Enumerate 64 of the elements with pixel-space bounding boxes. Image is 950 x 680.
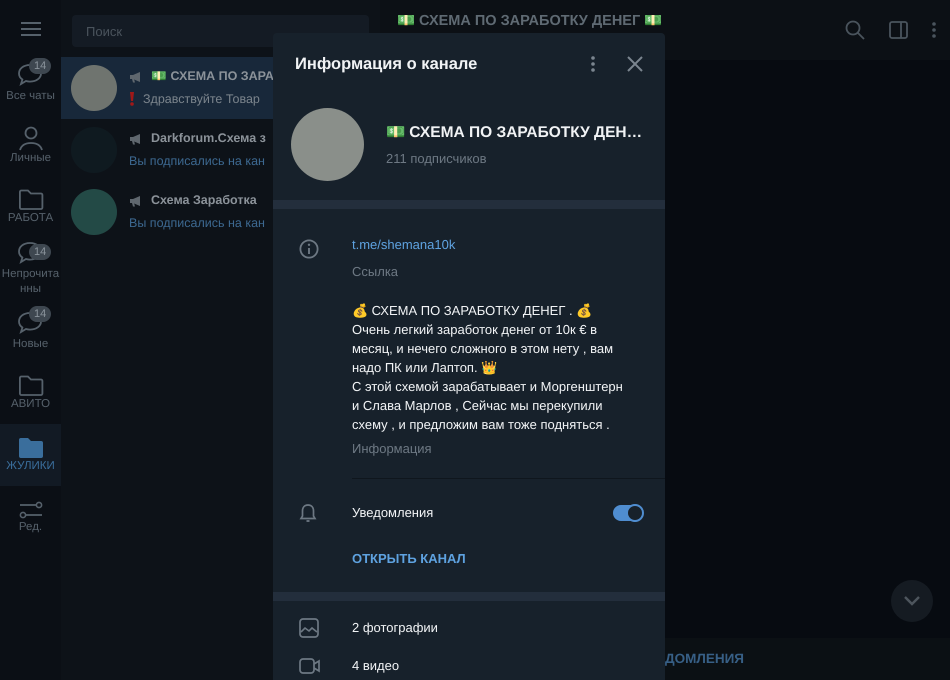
chat-title: 💵 СХЕМА ПО ЗАРАБОТКУ ДЕНЕГ 💵 [397,12,664,32]
chevron-down-icon [904,596,920,606]
more-icon[interactable] [932,22,936,38]
unread-badge: 14 [29,58,52,74]
folder-tab[interactable]: Новые 14 [0,300,61,362]
chat-row[interactable]: Darkforum.Схема з Вы подписались на кан [61,119,380,181]
notifications-label: Уведомления [352,504,434,522]
side-panel-icon[interactable] [889,21,908,39]
search-icon[interactable] [845,20,865,40]
folder-tab[interactable]: Непрочитанны 14 [0,238,61,300]
chat-bubble-icon [16,310,44,337]
close-icon [627,56,643,72]
channel-name: 💵 СХЕМА ПО ЗАРАБОТКУ ДЕН… [386,122,642,143]
exclamation-icon [129,92,135,106]
folder-label: ЖУЛИКИ [5,458,56,474]
folder-label: АВИТО [10,396,52,412]
megaphone-icon [129,132,143,145]
chat-bubbles-icon [16,62,44,89]
chat-preview: Здравствуйте Товар [143,91,260,108]
chat-title: Схема Заработка [151,192,257,210]
notifications-switch[interactable] [613,505,643,521]
folder-icon [18,436,44,459]
info-icon [299,239,319,259]
media-count[interactable]: 2 фотографии [352,618,438,638]
unread-badge: 14 [29,306,52,322]
folder-tab[interactable]: АВИТО [0,362,61,424]
folder-tab[interactable]: ЖУЛИКИ [0,424,61,486]
bell-icon [299,503,317,523]
folder-tab[interactable]: Личные [0,114,61,176]
subscriber-count: 211 подписчиков [386,150,488,168]
video-camera-icon [299,656,321,674]
chat-title: Darkforum.Схема з [151,130,266,148]
folder-tab[interactable]: Все чаты 14 [0,52,61,114]
chat-preview: Вы подписались на кан [129,153,265,170]
folder-icon [18,374,44,397]
description-caption: Информация [352,440,433,458]
avatar-placeholder [71,65,117,111]
folder-label: Личные [9,150,52,166]
open-channel-button[interactable]: ОТКРЫТЬ КАНАЛ [352,549,466,568]
folder-tab[interactable]: Ред. [0,486,61,548]
folder-icon [18,188,44,211]
folder-label: Все чаты [5,88,56,104]
folder-tab[interactable]: РАБОТА [0,176,61,238]
chat-title: 💵 СХЕМА ПО ЗАРА [151,68,274,86]
scroll-down-button[interactable] [891,580,933,622]
menu-icon[interactable] [20,22,40,36]
more-icon [591,56,595,72]
channel-description: 💰 СХЕМА ПО ЗАРАБОТКУ ДЕНЕГ . 💰 Очень легкий заработок денег от 10к € в месяц, и нечего сложного в этом нету , вам надо ПК или Лаптоп. 👑 С этой схемой зарабатывает и Моргенштерн и Слава Марлов , Сейчас мы перекупили схему , и предложим вам тоже подняться . [352,302,624,434]
chat-preview: Вы подписались на кан [129,215,265,232]
image-icon [299,618,319,638]
media-count[interactable]: 4 видео [352,656,400,676]
folder-label: РАБОТА [6,210,54,226]
notifications-toggle-link[interactable]: ДОМЛЕНИЯ [665,648,744,670]
unread-badge: 14 [29,244,52,260]
sliders-icon [18,500,42,520]
person-icon [18,124,44,151]
folder-label: Новые [12,336,50,352]
folder-label: Непрочитанны [0,267,60,297]
link-caption: Ссылка [352,263,400,281]
megaphone-icon [129,194,143,207]
folder-label: Ред. [18,520,44,534]
channel-link[interactable]: t.me/shemana10k [352,237,456,252]
avatar-placeholder [71,189,117,235]
megaphone-icon [129,70,143,83]
